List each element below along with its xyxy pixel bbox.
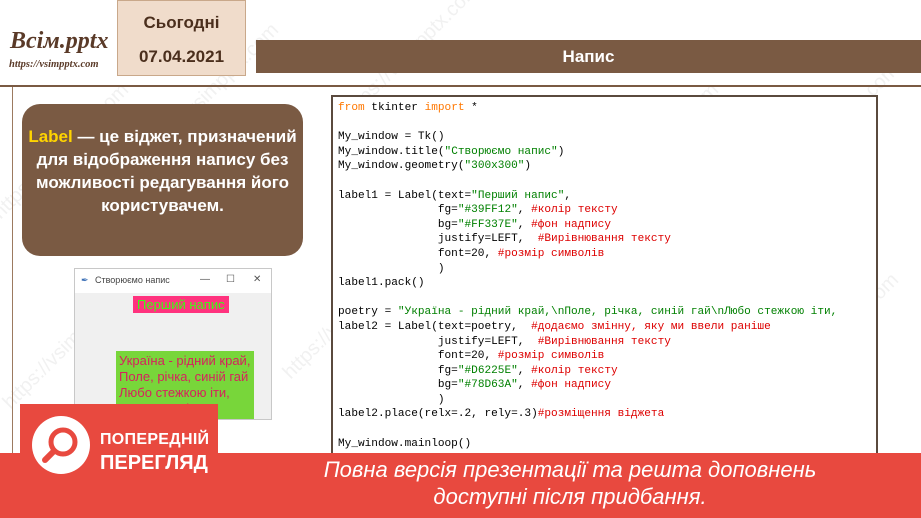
code-token: font=20, [338, 247, 498, 260]
code-token: ) [557, 145, 565, 158]
code-token: "#FF337E" [457, 218, 518, 231]
site-logo[interactable]: Всім.pptx https://vsimpptx.com [0, 24, 115, 76]
date-value: 07.04.2021 [138, 47, 225, 66]
code-token: #колір тексту [531, 204, 618, 217]
code-token: poetry = [338, 306, 398, 319]
banner-message: Повна версія презентації та решта доповн… [250, 456, 890, 510]
tk-feather-icon: ✒ [81, 275, 89, 285]
code-token: #колір тексту [531, 364, 618, 377]
code-token: #Вирівнювання тексту [537, 233, 671, 246]
code-text: from tkinter import * My_window = Tk() M… [338, 101, 837, 451]
definition-text: — це віджет, призначений для відображенн… [36, 127, 297, 215]
banner-line2: доступні після придбання. [433, 484, 707, 509]
code-token: tkinter [364, 102, 425, 114]
window-title: Створюємо напис [95, 275, 170, 285]
code-token: bg= [338, 379, 458, 392]
code-token: justify=LEFT, [338, 233, 538, 246]
code-token: font=20, [338, 350, 498, 363]
code-token: ) [338, 262, 445, 275]
label-first: Перший напис [133, 296, 229, 313]
code-token: fg= [338, 204, 458, 217]
badge-line1: ПОПЕРЕДНІЙ [100, 431, 210, 448]
code-token: , [564, 189, 572, 202]
tk-window-preview: ✒ Створюємо напис — ☐ ✕ Перший напис Укр… [74, 268, 272, 420]
code-token: "Створюємо напис" [444, 145, 558, 158]
window-titlebar: ✒ Створюємо напис — ☐ ✕ [75, 269, 271, 293]
code-token: import [424, 102, 465, 114]
banner-line1: Повна версія презентації та решта доповн… [323, 457, 817, 482]
badge-line2: ПЕРЕГЛЯД [100, 452, 208, 474]
code-token: "#78D63A" [457, 379, 518, 392]
logo-url: https://vsimpptx.com [9, 59, 99, 70]
code-token: label2 = Label(text=poetry, [338, 320, 532, 333]
code-token: , [517, 364, 532, 377]
definition-keyword: Label [28, 127, 73, 146]
code-token: , [517, 218, 532, 231]
code-token: #розмір символів [497, 350, 605, 363]
code-token: justify=LEFT, [338, 335, 538, 348]
code-token: bg= [338, 218, 458, 231]
code-token: * [464, 102, 478, 114]
code-token: "#D6225E" [457, 364, 518, 377]
code-token: My_window.title( [338, 145, 445, 158]
logo-name: Всім.pptx [10, 28, 109, 54]
code-token: ) [338, 393, 445, 406]
code-token: My_window = Tk() [338, 131, 445, 144]
poetry-line: Любо стежкою іти, [119, 385, 230, 400]
code-token: My_window.geometry( [338, 160, 465, 173]
code-token: #розміщення віджета [537, 408, 665, 421]
date-label: Сьогодні [143, 13, 220, 32]
code-listing: from tkinter import * My_window = Tk() M… [331, 95, 878, 461]
code-token: , [517, 204, 532, 217]
code-token: #фон надпису [531, 218, 611, 231]
code-token: "Перший напис" [471, 189, 565, 202]
date-box: Сьогодні 07.04.2021 [117, 0, 246, 76]
code-token: label2.place(relx=.2, rely=.3) [338, 408, 538, 421]
maximize-icon[interactable]: ☐ [226, 274, 235, 285]
code-token: label1 = Label(text= [338, 189, 472, 202]
code-token: "Україна - рідний край,\nПоле, річка, си… [397, 306, 838, 319]
code-token: label1.pack() [338, 277, 425, 290]
code-token: "#39FF12" [457, 204, 518, 217]
poetry-line: Поле, річка, синій гай [119, 369, 249, 384]
definition-box: Label — це віджет, призначений для відоб… [22, 104, 303, 256]
code-token: #фон надпису [531, 379, 611, 392]
divider-horizontal [0, 85, 921, 87]
code-token: from [338, 102, 365, 114]
close-icon[interactable]: ✕ [253, 274, 261, 285]
code-token: ) [524, 160, 532, 173]
slide-title: Напис [256, 40, 921, 73]
code-token: , [517, 379, 532, 392]
code-token: "300x300" [464, 160, 525, 173]
magnifier-glyph [42, 427, 78, 463]
minimize-icon[interactable]: — [200, 274, 210, 285]
code-token: #додаємо змінну, яку ми ввели раніше [531, 320, 771, 333]
code-token: My_window.mainloop() [338, 437, 472, 450]
code-token: #розмір символів [497, 247, 605, 260]
code-token: #Вирівнювання тексту [537, 335, 671, 348]
poetry-line: Україна - рідний край, [119, 353, 251, 368]
search-icon [32, 416, 90, 474]
code-token: fg= [338, 364, 458, 377]
